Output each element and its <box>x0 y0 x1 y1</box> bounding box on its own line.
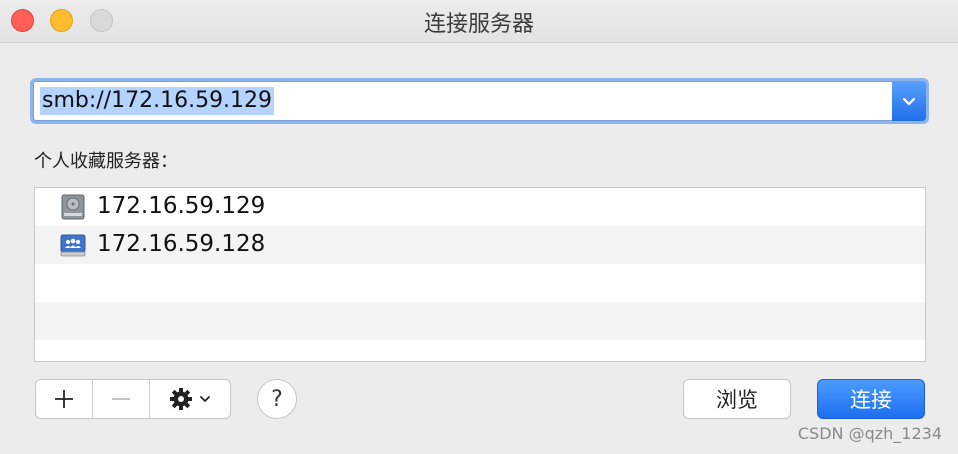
browse-button[interactable]: 浏览 <box>683 379 791 419</box>
hard-drive-icon <box>61 194 85 220</box>
gear-icon <box>170 388 192 410</box>
title-bar: 连接服务器 <box>0 0 958 43</box>
remove-favorite-button[interactable] <box>93 380 150 418</box>
favorites-toolbar <box>35 379 231 419</box>
server-address-field[interactable]: smb://172.16.59.129 <box>33 81 926 121</box>
favorite-server-address: 172.16.59.128 <box>97 231 266 257</box>
help-button[interactable]: ? <box>257 379 297 419</box>
add-favorite-button[interactable] <box>36 380 93 418</box>
window-title: 连接服务器 <box>423 12 534 37</box>
favorite-server-row[interactable]: 172.16.59.129 <box>35 188 925 226</box>
minus-icon <box>112 398 130 400</box>
favorite-server-address: 172.16.59.129 <box>97 193 266 219</box>
server-icon <box>60 234 86 257</box>
empty-row <box>35 264 925 302</box>
chevron-down-icon <box>200 396 210 402</box>
empty-row <box>35 302 925 340</box>
connect-button[interactable]: 连接 <box>817 379 925 419</box>
plus-icon <box>55 390 73 408</box>
chevron-down-icon <box>902 97 916 106</box>
action-menu-button[interactable] <box>150 380 230 418</box>
empty-row <box>35 340 925 361</box>
watermark-text: CSDN @qzh_1234 <box>797 424 942 443</box>
favorite-servers-list[interactable]: 172.16.59.129 172.16.59.128 <box>34 187 926 362</box>
recent-servers-dropdown-button[interactable] <box>892 81 926 121</box>
server-address-combo[interactable]: smb://172.16.59.129 <box>30 78 929 124</box>
server-address-value[interactable]: smb://172.16.59.129 <box>40 87 275 115</box>
favorites-label: 个人收藏服务器： <box>34 151 178 172</box>
favorite-server-row[interactable]: 172.16.59.128 <box>35 226 925 264</box>
